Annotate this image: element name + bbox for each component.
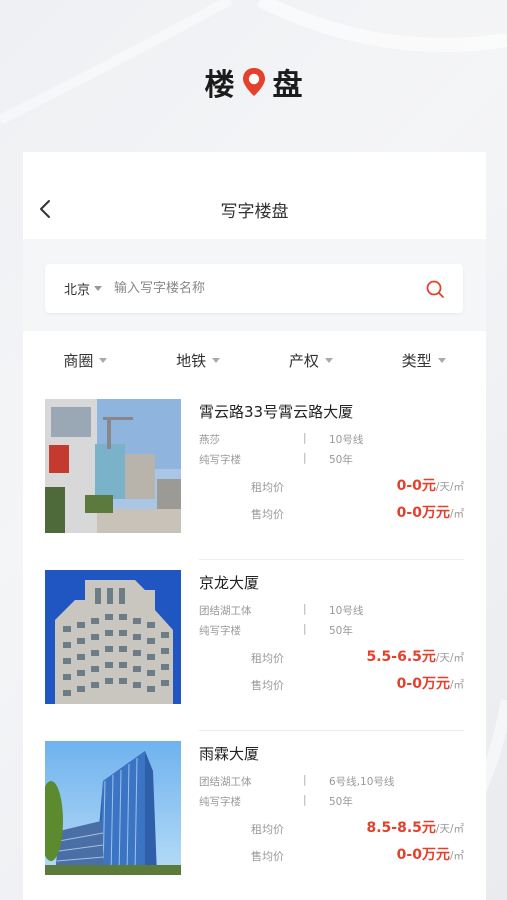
caret-down-icon (94, 286, 103, 291)
subway-line: 10号线 (329, 605, 364, 617)
rent-value: 0-0元/天/㎡ (396, 478, 464, 494)
caret-down-icon (212, 357, 221, 363)
rent-value: 8.5-8.5元/天/㎡ (366, 820, 465, 836)
sale-value: 0-0万元/㎡ (396, 676, 464, 692)
building-photo (45, 741, 181, 875)
filter-property-rights[interactable]: 产权 (289, 350, 333, 371)
nav-bar: 写字楼盘 (23, 152, 486, 239)
building-photo (45, 570, 181, 704)
meta-row: 团结湖工体 | 6号线,10号线 (199, 774, 464, 794)
search-box: 北京 (45, 264, 463, 313)
sale-label: 售均价 (251, 508, 284, 521)
caret-down-icon (99, 357, 108, 363)
filter-label: 地铁 (176, 351, 207, 370)
separator: | (303, 774, 307, 786)
meta-row: 燕莎 | 10号线 (199, 432, 464, 452)
subway-line: 10号线 (329, 434, 364, 446)
business-area: 燕莎 (199, 434, 220, 446)
separator: | (303, 432, 307, 444)
filter-label: 类型 (401, 351, 432, 370)
property-type: 纯写字楼 (199, 454, 241, 466)
sale-price-row: 售均价 0-0万元/㎡ (199, 841, 464, 868)
separator: | (303, 623, 307, 635)
location-pin-icon (242, 68, 265, 96)
meta-row: 纯写字楼 | 50年 (199, 794, 464, 814)
sale-price-row: 售均价 0-0万元/㎡ (199, 499, 464, 526)
chevron-left-icon[interactable] (35, 197, 55, 221)
building-name: 京龙大厦 (199, 574, 260, 592)
sale-value: 0-0万元/㎡ (396, 505, 464, 521)
building-info: 霄云路33号霄云路大厦 燕莎 | 10号线 纯写字楼 | 50年 租均价 0-0… (199, 399, 464, 560)
filter-label: 产权 (288, 351, 319, 370)
meta-row: 纯写字楼 | 50年 (199, 623, 464, 643)
filter-label: 商圈 (63, 351, 94, 370)
filter-subway[interactable]: 地铁 (176, 350, 221, 371)
logo-text-right: 盘 (272, 68, 303, 103)
business-area: 团结湖工体 (199, 776, 252, 788)
list-item[interactable]: 雨霖大厦 团结湖工体 | 6号线,10号线 纯写字楼 | 50年 租均价 8.5… (45, 731, 464, 900)
rent-label: 租均价 (251, 652, 284, 665)
page-title: 写字楼盘 (220, 202, 289, 222)
main-card: 写字楼盘 北京 商圈 地铁 产权 类型 (23, 152, 486, 900)
rent-label: 租均价 (251, 823, 284, 836)
building-name: 雨霖大厦 (199, 745, 260, 763)
filter-type[interactable]: 类型 (402, 350, 446, 371)
rent-price-row: 租均价 8.5-8.5元/天/㎡ (199, 814, 464, 841)
tenure-years: 50年 (329, 796, 353, 808)
sale-value: 0-0万元/㎡ (396, 847, 464, 863)
building-photo (45, 399, 181, 533)
rent-price-row: 租均价 0-0元/天/㎡ (199, 472, 464, 499)
app-logo: 楼 盘 (0, 62, 507, 103)
meta-row: 团结湖工体 | 10号线 (199, 603, 464, 623)
rent-value: 5.5-6.5元/天/㎡ (366, 649, 465, 665)
rent-label: 租均价 (251, 481, 284, 494)
sale-label: 售均价 (251, 850, 284, 863)
city-selector[interactable]: 北京 (64, 279, 103, 298)
building-info: 雨霖大厦 团结湖工体 | 6号线,10号线 纯写字楼 | 50年 租均价 8.5… (199, 741, 464, 900)
subway-line: 6号线,10号线 (329, 776, 395, 788)
search-section: 北京 (23, 239, 486, 331)
caret-down-icon (437, 357, 446, 363)
business-area: 团结湖工体 (199, 605, 252, 617)
caret-down-icon (324, 357, 333, 363)
tenure-years: 50年 (329, 454, 353, 466)
rent-price-row: 租均价 5.5-6.5元/天/㎡ (199, 643, 464, 670)
logo-text-left: 楼 (204, 68, 235, 103)
filter-bar: 商圈 地铁 产权 类型 (23, 331, 486, 389)
tenure-years: 50年 (329, 625, 353, 637)
separator: | (303, 452, 307, 464)
building-info: 京龙大厦 团结湖工体 | 10号线 纯写字楼 | 50年 租均价 5.5-6.5… (199, 570, 464, 731)
building-name: 霄云路33号霄云路大厦 (199, 403, 354, 421)
property-type: 纯写字楼 (199, 625, 241, 637)
search-input[interactable] (114, 281, 405, 296)
separator: | (303, 603, 307, 615)
building-list: 霄云路33号霄云路大厦 燕莎 | 10号线 纯写字楼 | 50年 租均价 0-0… (23, 389, 486, 900)
sale-price-row: 售均价 0-0万元/㎡ (199, 670, 464, 697)
property-type: 纯写字楼 (199, 796, 241, 808)
search-icon[interactable] (425, 279, 445, 299)
meta-row: 纯写字楼 | 50年 (199, 452, 464, 472)
list-item[interactable]: 京龙大厦 团结湖工体 | 10号线 纯写字楼 | 50年 租均价 5.5-6.5… (45, 560, 464, 731)
filter-business-district[interactable]: 商圈 (63, 350, 108, 371)
sale-label: 售均价 (251, 679, 284, 692)
city-label: 北京 (64, 283, 91, 298)
separator: | (303, 794, 307, 806)
list-item[interactable]: 霄云路33号霄云路大厦 燕莎 | 10号线 纯写字楼 | 50年 租均价 0-0… (45, 389, 464, 560)
